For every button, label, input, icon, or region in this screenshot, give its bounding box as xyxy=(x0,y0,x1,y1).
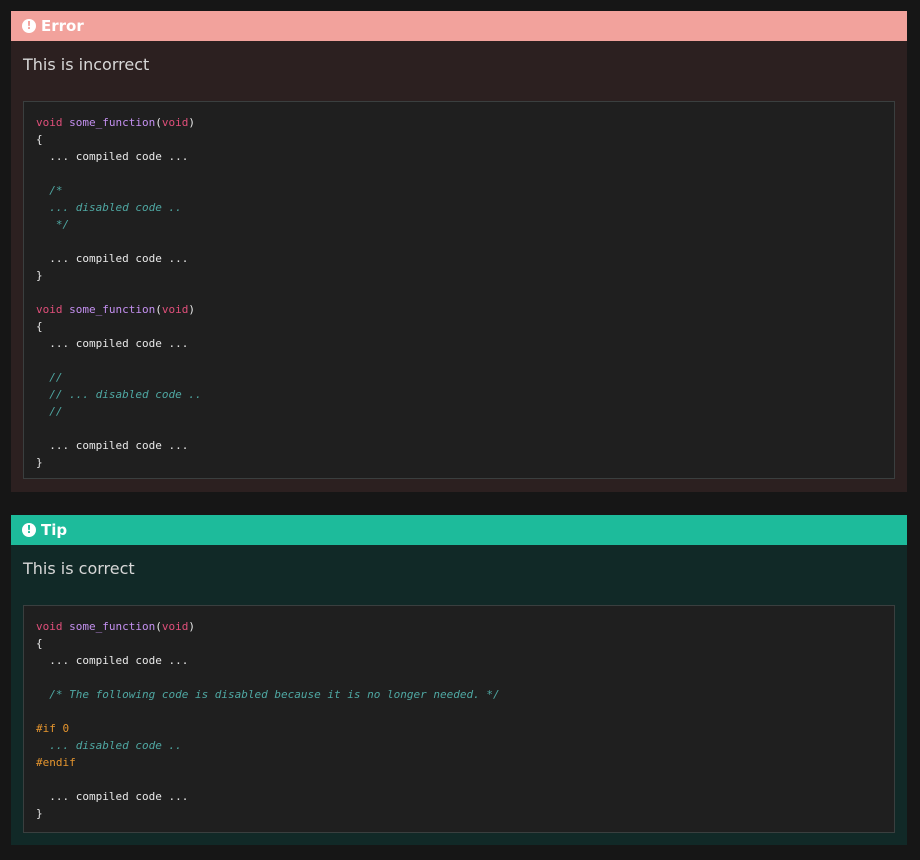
code-line: void some_function(void) xyxy=(36,618,882,635)
code-token: #if 0 xyxy=(36,722,70,735)
code-token: // ... disabled code .. xyxy=(36,388,202,401)
code-token: ... disabled code .. xyxy=(36,201,182,214)
code-token: void xyxy=(36,620,70,633)
code-token: } xyxy=(36,456,43,469)
code-token: ... compiled code ... xyxy=(36,654,189,667)
error-text: This is incorrect xyxy=(23,55,150,74)
tip-title-bar: ! Tip xyxy=(11,515,907,545)
code-line: ... compiled code ... xyxy=(36,788,882,805)
code-line: ... compiled code ... xyxy=(36,148,882,165)
code-token: } xyxy=(36,269,43,282)
code-line: ​ xyxy=(36,165,882,182)
code-token: /* xyxy=(36,184,63,197)
code-token: some_function xyxy=(69,620,156,633)
code-line: ... compiled code ... xyxy=(36,335,882,352)
code-line: void some_function(void) xyxy=(36,114,882,131)
code-token: ... compiled code ... xyxy=(36,337,189,350)
code-token: void xyxy=(161,303,189,316)
code-token: { xyxy=(36,637,43,650)
tip-admonition: ! Tip This is correct void some_function… xyxy=(11,515,907,845)
code-token: { xyxy=(36,133,43,146)
code-token: ... compiled code ... xyxy=(36,252,189,265)
code-line: ... compiled code ... xyxy=(36,250,882,267)
code-line: ... compiled code ... xyxy=(36,652,882,669)
code-token: ( xyxy=(155,620,162,633)
code-token: ... compiled code ... xyxy=(36,150,189,163)
code-line: ​ xyxy=(36,771,882,788)
code-line: ... disabled code .. xyxy=(36,737,882,754)
error-title-bar: ! Error xyxy=(11,11,907,41)
code-line: } xyxy=(36,454,882,471)
code-token: void xyxy=(161,620,189,633)
code-line: ... disabled code .. xyxy=(36,199,882,216)
code-line: ​ xyxy=(36,284,882,301)
code-line: ​ xyxy=(36,420,882,437)
tip-code-block: void some_function(void){ ... compiled c… xyxy=(23,605,895,833)
exclamation-circle-icon: ! xyxy=(22,19,36,33)
code-line: } xyxy=(36,267,882,284)
code-token: ( xyxy=(155,116,162,129)
code-token: ... compiled code ... xyxy=(36,439,189,452)
error-code-block: void some_function(void){ ... compiled c… xyxy=(23,101,895,479)
code-token: ) xyxy=(188,303,195,316)
code-token: ) xyxy=(188,620,195,633)
code-token: // xyxy=(36,371,63,384)
error-admonition: ! Error This is incorrect void some_func… xyxy=(11,11,907,492)
code-line: ​ xyxy=(36,233,882,250)
code-line: // xyxy=(36,369,882,386)
tip-title: Tip xyxy=(41,521,68,539)
code-token: */ xyxy=(36,218,70,231)
code-line: /* The following code is disabled becaus… xyxy=(36,686,882,703)
code-line: // xyxy=(36,403,882,420)
code-token: ... disabled code .. xyxy=(36,739,182,752)
code-token: { xyxy=(36,320,43,333)
error-title: Error xyxy=(41,17,84,35)
code-line: { xyxy=(36,318,882,335)
code-line: } xyxy=(36,805,882,822)
code-token: some_function xyxy=(69,303,156,316)
code-token: /* The following code is disabled becaus… xyxy=(36,688,500,701)
code-line: ... compiled code ... xyxy=(36,437,882,454)
code-line: ​ xyxy=(36,352,882,369)
code-line: void some_function(void) xyxy=(36,301,882,318)
code-line: #if 0 xyxy=(36,720,882,737)
code-token: void xyxy=(36,303,70,316)
exclamation-circle-icon: ! xyxy=(22,523,36,537)
code-line: { xyxy=(36,131,882,148)
tip-text: This is correct xyxy=(23,559,135,578)
code-line: */ xyxy=(36,216,882,233)
code-line: /* xyxy=(36,182,882,199)
code-token: ( xyxy=(155,303,162,316)
code-token: ... compiled code ... xyxy=(36,790,189,803)
code-line: ​ xyxy=(36,669,882,686)
code-token: void xyxy=(161,116,189,129)
code-line: #endif xyxy=(36,754,882,771)
code-line: { xyxy=(36,635,882,652)
code-token: void xyxy=(36,116,70,129)
code-token: #endif xyxy=(36,756,76,769)
code-token: // xyxy=(36,405,63,418)
code-line: // ... disabled code .. xyxy=(36,386,882,403)
code-token: } xyxy=(36,807,43,820)
code-token: some_function xyxy=(69,116,156,129)
code-token: ) xyxy=(188,116,195,129)
code-line: ​ xyxy=(36,703,882,720)
